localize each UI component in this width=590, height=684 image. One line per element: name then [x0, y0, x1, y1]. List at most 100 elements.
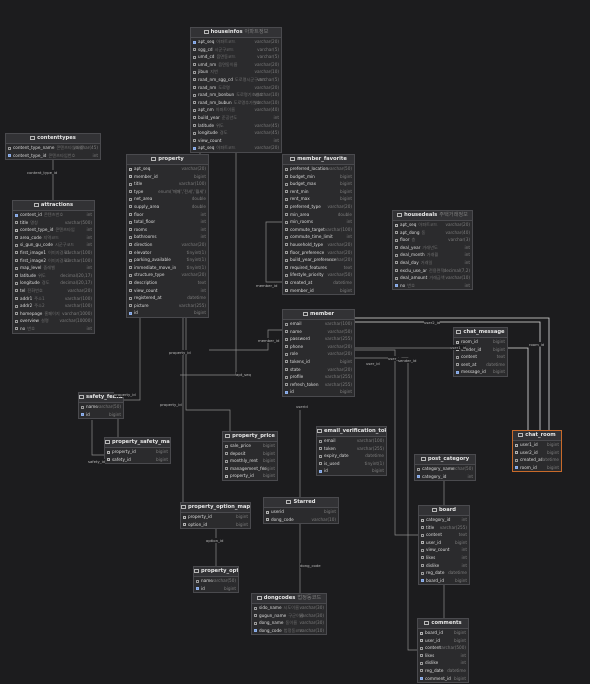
column-row[interactable]: board_id bigint: [418, 629, 468, 637]
table-header[interactable]: property_option_mapping: [181, 503, 250, 513]
table-housedeals[interactable]: housedeals 주택거래정보 apt_seq 아파트코드 varchar(20) a…: [392, 210, 473, 291]
table-header[interactable]: board: [419, 506, 469, 516]
column-row[interactable]: category_name varchar(50): [415, 465, 475, 473]
column-row[interactable]: content_type_id 콘텐츠타입 int: [13, 226, 94, 234]
column-row[interactable]: floor int: [127, 211, 208, 219]
column-row[interactable]: content_type_id 콘텐츠타입번호 int: [6, 152, 100, 160]
column-row[interactable]: latitude 위도 varchar(45): [191, 122, 281, 130]
column-row[interactable]: property_id bigint: [105, 448, 170, 456]
column-row[interactable]: budget_max bigint: [283, 180, 354, 188]
column-row[interactable]: id bigint: [317, 467, 386, 475]
table-member[interactable]: member email varchar(100) name varchar(50) pa…: [282, 309, 355, 397]
column-row[interactable]: description text: [127, 279, 208, 287]
column-row[interactable]: is_used tinyint(1): [317, 460, 386, 468]
column-row[interactable]: commute_target varchar(100): [283, 226, 354, 234]
column-row[interactable]: direction varchar(20): [127, 241, 208, 249]
column-row[interactable]: content varchar(500): [418, 644, 468, 652]
column-row[interactable]: jibun 지번 varchar(10): [191, 68, 281, 76]
column-row[interactable]: created_at datetime: [513, 456, 561, 464]
column-row[interactable]: member_id bigint: [283, 287, 354, 295]
column-row[interactable]: dong_code 법정동코드 varchar(10): [252, 627, 326, 635]
column-row[interactable]: property_id bigint: [223, 472, 277, 480]
column-row[interactable]: floor_preference varchar(20): [283, 249, 354, 257]
column-row[interactable]: safety_id bigint: [105, 456, 170, 464]
column-row[interactable]: member_id bigint: [127, 173, 208, 181]
column-row[interactable]: id bigint: [194, 585, 238, 593]
column-row[interactable]: created_at datetime: [283, 279, 354, 287]
column-row[interactable]: first_image1 이미지경로1 varchar(100): [13, 249, 94, 257]
column-row[interactable]: refresh_token varchar(255): [283, 381, 354, 389]
edge-message-room[interactable]: [508, 347, 529, 430]
column-row[interactable]: likes int: [419, 554, 469, 562]
column-row[interactable]: user2_id bigint: [513, 449, 561, 457]
column-row[interactable]: bathrooms int: [127, 233, 208, 241]
table-header[interactable]: chat_room: [513, 431, 561, 441]
column-row[interactable]: area_code 지역코드 int: [13, 234, 94, 242]
table-header[interactable]: email_verification_token: [317, 427, 386, 437]
column-row[interactable]: road_nm_bubun 도로명추가번호 varchar(10): [191, 99, 281, 107]
column-row[interactable]: exclu_use_ar 전용면적 decimal(7,2): [393, 267, 472, 275]
column-row[interactable]: name varchar(50): [79, 403, 123, 411]
column-row[interactable]: deal_month 거래월 int: [393, 251, 472, 259]
column-row[interactable]: no 번호 int: [13, 325, 94, 333]
column-row[interactable]: overview 설명 varchar(10000): [13, 317, 94, 325]
table-starred[interactable]: Starred userid bigint dong_code varchar(10): [263, 497, 339, 525]
column-row[interactable]: content_id 콘텐츠번호 int: [13, 211, 94, 219]
column-row[interactable]: management_fee bigint: [223, 465, 277, 473]
column-row[interactable]: dong_code varchar(10): [264, 516, 338, 524]
table-header[interactable]: houseinfos 아파트정보: [191, 28, 281, 38]
column-row[interactable]: road_nm 도로명 varchar(20): [191, 84, 281, 92]
column-row[interactable]: dislike int: [419, 562, 469, 570]
table-header[interactable]: chat_message: [454, 328, 507, 338]
column-row[interactable]: email varchar(100): [283, 320, 354, 328]
column-row[interactable]: household_type varchar(20): [283, 241, 354, 249]
column-row[interactable]: road_nm_bonbun 도로명기초번호 varchar(10): [191, 91, 281, 99]
column-row[interactable]: room_id bigint: [513, 464, 561, 472]
column-row[interactable]: deposit bigint: [223, 450, 277, 458]
column-row[interactable]: userid bigint: [264, 508, 338, 516]
column-row[interactable]: tokens_id bigint: [283, 358, 354, 366]
column-row[interactable]: message_id bigint: [454, 368, 507, 376]
table-property-option-mapping[interactable]: property_option_mappingproperty_idbigint…: [180, 502, 251, 530]
edge-room-member-user1[interactable]: [355, 321, 541, 430]
column-row[interactable]: apt_seq 아파트코드 varchar(20): [191, 144, 281, 152]
table-header[interactable]: property_price: [223, 432, 277, 442]
edge-psm-safety[interactable]: [91, 420, 104, 456]
column-row[interactable]: phone varchar(20): [283, 343, 354, 351]
edge-room-member-user2[interactable]: [355, 317, 550, 430]
column-row[interactable]: total_floor int: [127, 218, 208, 226]
column-row[interactable]: lifestyle_priority varchar(50): [283, 271, 354, 279]
table-houseinfos[interactable]: houseinfos 아파트정보 apt_seq 아파트코드 varchar(20) sg…: [190, 27, 282, 153]
column-row[interactable]: umd_nm 읍면동이름 varchar(20): [191, 61, 281, 69]
column-row[interactable]: comment_id bigint: [418, 675, 468, 683]
column-row[interactable]: sent_at datetime: [454, 361, 507, 369]
column-row[interactable]: deal_day 거래일 int: [393, 259, 472, 267]
column-row[interactable]: parking_available tinyint(1): [127, 256, 208, 264]
column-row[interactable]: title 명칭 varchar(500): [13, 219, 94, 227]
column-row[interactable]: board_id bigint: [419, 577, 469, 585]
column-row[interactable]: name varchar(50): [283, 328, 354, 336]
column-row[interactable]: budget_min bigint: [283, 173, 354, 181]
column-row[interactable]: rent_min bigint: [283, 188, 354, 196]
edge-favorite-member[interactable]: [265, 221, 282, 283]
table-board[interactable]: board category_id int title varchar(255) cont…: [418, 505, 470, 586]
column-row[interactable]: structure_type varchar(20): [127, 271, 208, 279]
table-post-category[interactable]: post_category category_name varchar(50) cat…: [414, 454, 476, 482]
erd-canvas[interactable]: houseinfos 아파트정보 apt_seq 아파트코드 varchar(20) sg…: [0, 0, 590, 684]
column-row[interactable]: content_type_name 콘텐츠타입이름 varchar(45): [6, 144, 100, 152]
column-row[interactable]: id bigint: [79, 411, 123, 419]
column-row[interactable]: content text: [419, 531, 469, 539]
table-dongcodes[interactable]: dongcodes 법정동코드 sido_name 시도이름 varchar(30) gu…: [251, 593, 327, 636]
column-row[interactable]: map_level 줌레벨 int: [13, 264, 94, 272]
column-row[interactable]: build_year 준공년도 int: [191, 114, 281, 122]
column-row[interactable]: apt_seq 아파트코드 varchar(20): [191, 38, 281, 46]
column-row[interactable]: min_area double: [283, 211, 354, 219]
table-property-price[interactable]: property_price sale_price bigint deposit big…: [222, 431, 278, 481]
column-row[interactable]: no 번호 int: [393, 282, 472, 290]
column-row[interactable]: first_image2 이미지경로2 varchar(100): [13, 257, 94, 265]
column-row[interactable]: state varchar(20): [283, 366, 354, 374]
column-row[interactable]: monthly_rent bigint: [223, 457, 277, 465]
column-row[interactable]: longitude 경도 varchar(45): [191, 129, 281, 137]
column-row[interactable]: picture varchar(255): [127, 302, 208, 310]
column-row[interactable]: supply_area double: [127, 203, 208, 211]
